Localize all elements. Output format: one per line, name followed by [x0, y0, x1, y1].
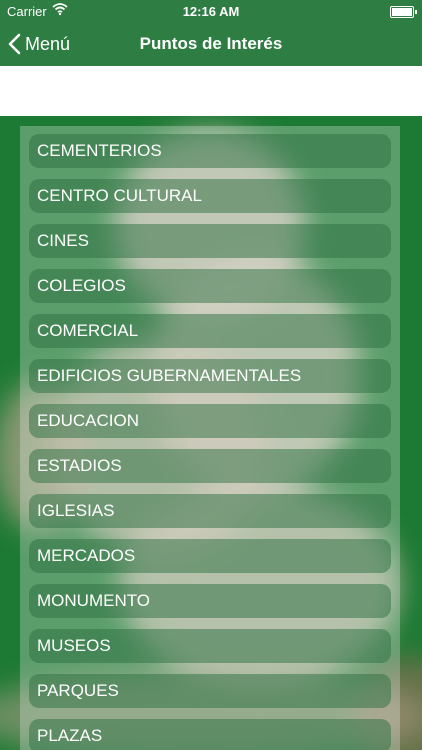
content-area: CEMENTERIOS CENTRO CULTURAL CINES COLEGIOS C…: [0, 116, 422, 750]
category-item[interactable]: COLEGIOS: [29, 269, 391, 303]
category-list: CEMENTERIOS CENTRO CULTURAL CINES COLEGIOS C…: [20, 126, 400, 750]
category-item[interactable]: COMERCIAL: [29, 314, 391, 348]
category-item[interactable]: CINES: [29, 224, 391, 258]
clock-label: 12:16 AM: [182, 4, 240, 19]
header-spacer: [0, 66, 422, 116]
category-item[interactable]: EDIFICIOS GUBERNAMENTALES: [29, 359, 391, 393]
category-item[interactable]: PARQUES: [29, 674, 391, 708]
navigation-bar: Menú Puntos de Interés: [0, 22, 422, 66]
status-bar: Carrier 12:16 AM: [0, 0, 422, 22]
page-title: Puntos de Interés: [139, 34, 283, 53]
battery-icon: [390, 6, 417, 18]
category-item[interactable]: MONUMENTO: [29, 584, 391, 618]
category-item[interactable]: MERCADOS: [29, 539, 391, 573]
category-item[interactable]: CENTRO CULTURAL: [29, 179, 391, 213]
category-item[interactable]: EDUCACION: [29, 404, 391, 438]
category-item[interactable]: MUSEOS: [29, 629, 391, 663]
category-item[interactable]: ESTADIOS: [29, 449, 391, 483]
category-item[interactable]: IGLESIAS: [29, 494, 391, 528]
category-item[interactable]: CEMENTERIOS: [29, 134, 391, 168]
category-item[interactable]: PLAZAS: [29, 719, 391, 750]
